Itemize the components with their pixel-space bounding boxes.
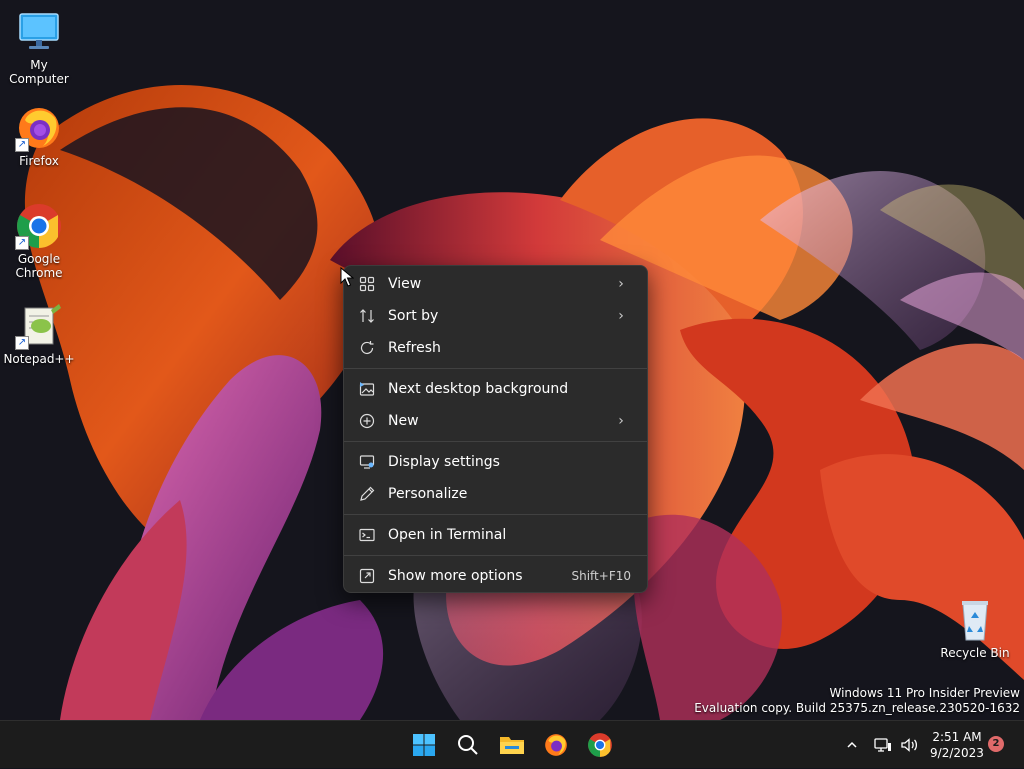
menu-item-view[interactable]: View ›	[348, 268, 643, 300]
shortcut-arrow-icon: ↗	[15, 138, 29, 152]
clock-time: 2:51 AM	[932, 730, 982, 744]
start-icon	[413, 734, 435, 756]
search-button[interactable]	[452, 729, 484, 761]
chevron-right-icon: ›	[618, 276, 624, 292]
firefox-icon	[545, 734, 567, 756]
watermark-line-1: Windows 11 Pro Insider Preview	[829, 686, 1020, 700]
desktop-icon-recycle-bin[interactable]: Recycle Bin	[936, 596, 1014, 660]
more-options-icon	[358, 567, 376, 585]
show-hidden-icons-button[interactable]	[842, 721, 862, 769]
desktop-icon-label: Google Chrome	[15, 252, 63, 280]
chrome-taskbar-button[interactable]	[584, 729, 616, 761]
sort-icon	[358, 307, 376, 325]
computer-icon	[15, 8, 63, 56]
speaker-icon	[901, 738, 918, 752]
pen-icon	[358, 485, 376, 503]
file-explorer-icon	[500, 737, 524, 754]
windows-watermark: Windows 11 Pro Insider Preview Evaluatio…	[694, 686, 1020, 716]
menu-item-shortcut: Shift+F10	[571, 569, 631, 583]
start-button[interactable]	[408, 729, 440, 761]
desktop-context-menu: View › Sort by › Refresh Next desktop ba…	[343, 265, 648, 593]
desktop-icon-notepad-plus-plus[interactable]: ↗ Notepad++	[0, 302, 78, 366]
menu-item-label: Display settings	[388, 454, 500, 470]
menu-item-refresh[interactable]: Refresh	[348, 332, 643, 364]
menu-separator	[344, 441, 647, 442]
plus-circle-icon	[358, 412, 376, 430]
menu-item-label: New	[388, 413, 419, 429]
taskbar: 2:51 AM 9/2/2023	[0, 720, 1024, 768]
shortcut-arrow-icon: ↗	[15, 236, 29, 250]
network-button[interactable]	[872, 721, 894, 769]
menu-item-label: Show more options	[388, 568, 523, 584]
menu-item-label: Refresh	[388, 340, 441, 356]
firefox-taskbar-button[interactable]	[540, 729, 572, 761]
menu-item-label: View	[388, 276, 422, 292]
shortcut-arrow-icon: ↗	[15, 336, 29, 350]
desktop-icon-label: Recycle Bin	[940, 646, 1010, 660]
watermark-line-2: Evaluation copy. Build 25375.zn_release.…	[694, 701, 1020, 715]
search-icon	[458, 735, 478, 755]
desktop-icon-label: My Computer	[9, 58, 69, 86]
menu-item-next-desktop-background[interactable]: Next desktop background	[348, 373, 643, 405]
notification-count-badge[interactable]: 2	[988, 736, 1004, 752]
menu-item-sort-by[interactable]: Sort by ›	[348, 300, 643, 332]
menu-item-open-in-terminal[interactable]: Open in Terminal	[348, 519, 643, 551]
firefox-icon: ↗	[15, 104, 63, 152]
menu-item-label: Next desktop background	[388, 381, 569, 397]
recycle-bin-icon	[951, 596, 999, 644]
clock-date: 9/2/2023	[930, 746, 984, 760]
display-icon	[358, 453, 376, 471]
taskbar-clock[interactable]: 2:51 AM 9/2/2023	[926, 729, 988, 761]
desktop-icon-my-computer[interactable]: My Computer	[0, 8, 78, 86]
chrome-icon	[588, 733, 612, 757]
chevron-right-icon: ›	[618, 308, 624, 324]
volume-button[interactable]	[898, 721, 920, 769]
menu-item-show-more-options[interactable]: Show more options Shift+F10	[348, 560, 643, 592]
menu-separator	[344, 555, 647, 556]
menu-item-personalize[interactable]: Personalize	[348, 478, 643, 510]
menu-item-new[interactable]: New ›	[348, 405, 643, 437]
notepad-plus-plus-icon: ↗	[15, 302, 63, 350]
file-explorer-button[interactable]	[496, 729, 528, 761]
desktop-icon-google-chrome[interactable]: ↗ Google Chrome	[0, 202, 78, 280]
terminal-icon	[358, 526, 376, 544]
menu-item-label: Open in Terminal	[388, 527, 507, 543]
chrome-icon: ↗	[15, 202, 63, 250]
refresh-icon	[358, 339, 376, 357]
background-icon	[358, 380, 376, 398]
network-icon	[874, 738, 891, 752]
desktop-icon-label: Firefox	[19, 154, 59, 168]
desktop-icon-label: Notepad++	[3, 352, 75, 366]
menu-item-label: Sort by	[388, 308, 439, 324]
desktop-icon-firefox[interactable]: ↗ Firefox	[0, 104, 78, 168]
menu-item-display-settings[interactable]: Display settings	[348, 446, 643, 478]
grid-view-icon	[358, 275, 376, 293]
chevron-right-icon: ›	[618, 413, 624, 429]
mouse-cursor-icon	[340, 267, 354, 287]
chevron-up-icon	[847, 741, 857, 748]
menu-separator	[344, 368, 647, 369]
menu-separator	[344, 514, 647, 515]
menu-item-label: Personalize	[388, 486, 468, 502]
